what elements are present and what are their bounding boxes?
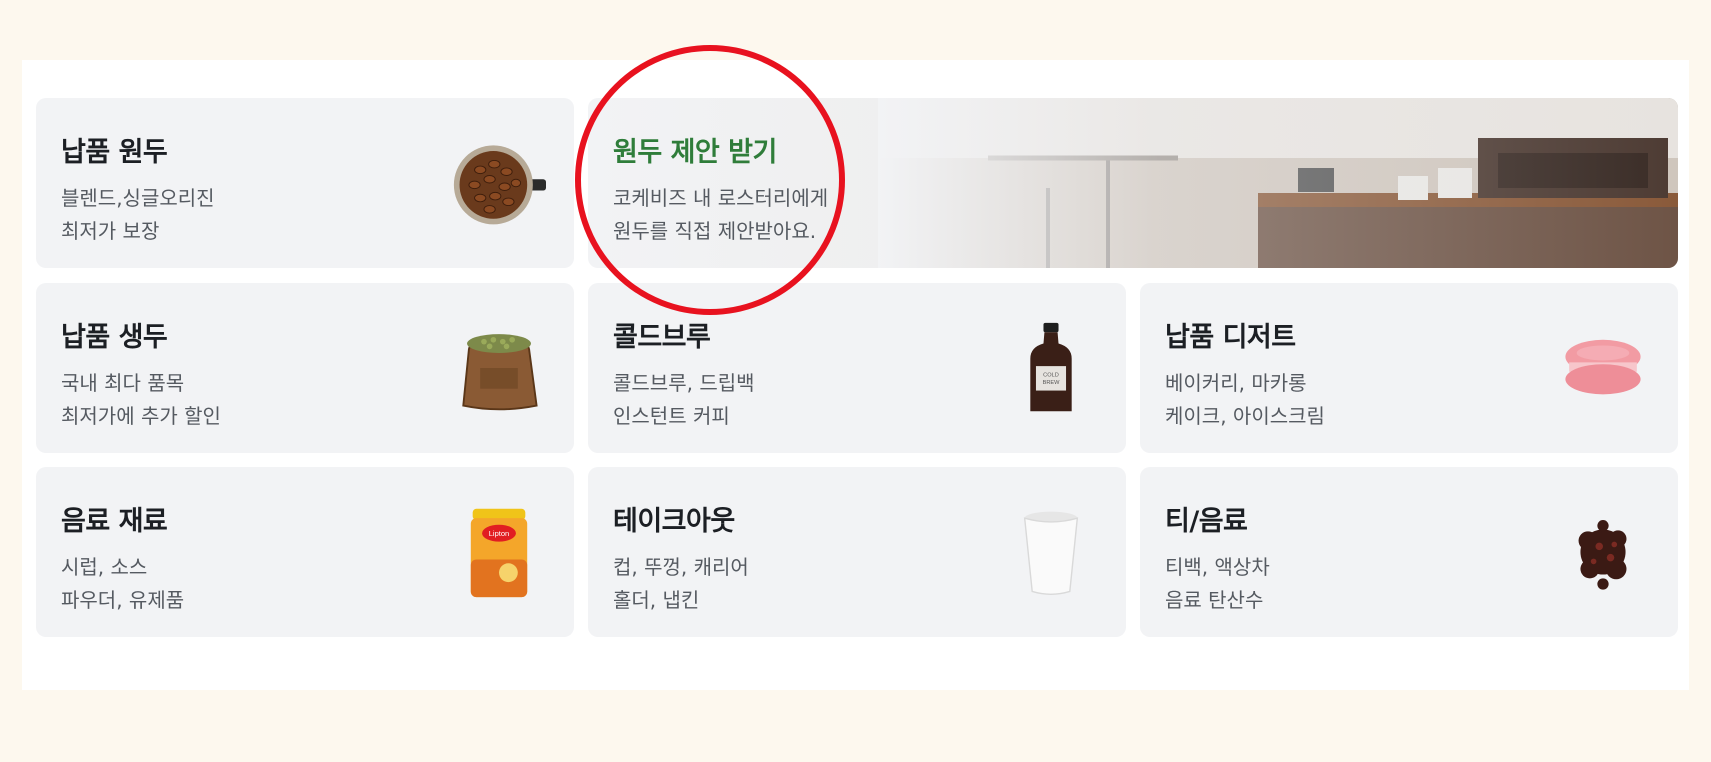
card-desc-line2: 인스턴트 커피 [613, 404, 730, 428]
card-desc-line1: 블렌드,싱글오리진 [61, 186, 215, 210]
roasted-beans-portafilter-icon [453, 145, 546, 225]
card-title: 원두 제안 받기 [613, 137, 777, 168]
card-title: 납품 디저트 [1165, 322, 1296, 353]
powder-can-icon: Lipton [470, 508, 528, 598]
category-card-proposal[interactable]: 원두 제안 받기 코케비즈 내 로스터리에게 원두를 직접 제안받아요. [588, 98, 1678, 268]
category-card-dessert[interactable]: 납품 디저트 베이커리, 마카롱 케이크, 아이스크림 [1140, 283, 1678, 453]
card-desc-line1: 컵, 뚜껑, 캐리어 [613, 555, 749, 579]
brand-label: Lipton [489, 529, 509, 538]
card-title: 콜드브루 [613, 322, 711, 353]
cold-brew-bottle-icon: COLD BREW [1030, 322, 1072, 412]
card-desc-line1: 콜드브루, 드립백 [613, 371, 755, 395]
card-desc-line1: 시럽, 소스 [61, 555, 148, 579]
card-desc-line2: 최저가에 추가 할인 [61, 404, 221, 428]
card-desc-line1: 티백, 액상차 [1165, 555, 1270, 579]
card-title: 납품 생두 [61, 322, 168, 353]
card-desc-line1: 국내 최다 품목 [61, 371, 185, 395]
category-card-green[interactable]: 납품 생두 국내 최다 품목 최저가에 추가 할인 [36, 283, 574, 453]
card-desc-line2: 음료 탄산수 [1165, 588, 1264, 612]
card-desc-line1: 베이커리, 마카롱 [1165, 371, 1307, 395]
cafe-counter-photo-icon [878, 98, 1678, 268]
loose-leaf-tea-icon [1578, 520, 1627, 590]
category-card-drink[interactable]: 음료 재료 시럽, 소스 파우더, 유제품 Lipton [36, 467, 574, 637]
green-bean-sack-icon [462, 334, 538, 411]
card-desc-line2: 파우더, 유제품 [61, 588, 185, 612]
category-card-tea[interactable]: 티/음료 티백, 액상차 음료 탄산수 [1140, 467, 1678, 637]
card-desc-line2: 원두를 직접 제안받아요. [613, 219, 817, 243]
card-title: 납품 원두 [61, 137, 168, 168]
svg-text:COLD: COLD [1043, 372, 1059, 378]
category-card-coldbrew[interactable]: 콜드브루 콜드브루, 드립백 인스턴트 커피 COLD BREW [588, 283, 1126, 453]
card-desc-line2: 최저가 보장 [61, 219, 160, 243]
paper-cup-icon [1023, 511, 1079, 596]
card-desc-line2: 케이크, 아이스크림 [1165, 404, 1325, 428]
card-title: 티/음료 [1165, 506, 1248, 537]
svg-text:BREW: BREW [1043, 380, 1061, 386]
macaron-icon [1565, 339, 1641, 395]
card-title: 음료 재료 [61, 506, 168, 537]
card-title: 테이크아웃 [613, 506, 735, 537]
category-panel: 납품 원두 블렌드,싱글오리진 최저가 보장 원두 제안 받기 코케비즈 내 로… [22, 60, 1689, 690]
category-card-takeout[interactable]: 테이크아웃 컵, 뚜껑, 캐리어 홀더, 냅킨 [588, 467, 1126, 637]
category-card-beans[interactable]: 납품 원두 블렌드,싱글오리진 최저가 보장 [36, 98, 574, 268]
card-desc-line2: 홀더, 냅킨 [613, 588, 700, 612]
card-desc-line1: 코케비즈 내 로스터리에게 [613, 186, 829, 210]
